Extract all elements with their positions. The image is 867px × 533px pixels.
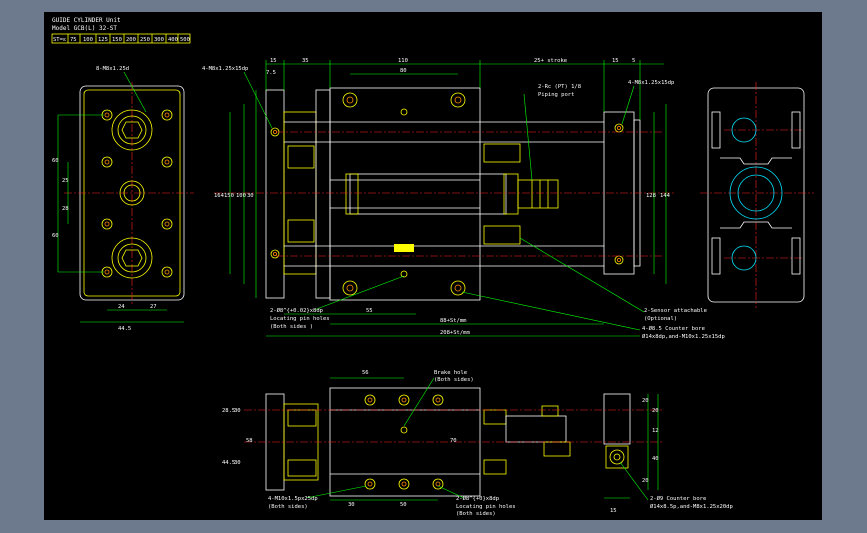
- stroke-header: ST=ε: [53, 37, 66, 43]
- note-counter-bore: 4-Ø8.5 Counter bore: [642, 325, 705, 332]
- note-m10: 4-M10x1.5px25dp: [268, 496, 318, 502]
- dim-30-a: 30: [234, 408, 241, 414]
- dim-100: 100: [236, 193, 246, 199]
- dim-27: 27: [150, 304, 157, 310]
- note-m10-sub: (Both sides): [268, 504, 308, 510]
- dim-12: 12: [652, 428, 659, 434]
- dim-7-5: 7.5: [266, 70, 276, 76]
- right-end-view: [700, 82, 814, 308]
- note-rc-port: 2-Rc (PT) 1/8: [538, 84, 581, 90]
- main-top-view: 15 35 110 80 25+ stroke 15 5 7.5 164 150…: [202, 58, 725, 340]
- dim-30: 30: [247, 193, 254, 199]
- note-pin2-sub2: (Both sides): [456, 511, 496, 517]
- dim-80: 80: [400, 68, 407, 74]
- dim-15-right: 15: [612, 58, 619, 64]
- stroke-value: 100: [83, 37, 93, 43]
- dim-24: 24: [118, 304, 125, 310]
- stroke-value: 125: [98, 37, 108, 43]
- dim-20-b: 20: [652, 408, 659, 414]
- stroke-table: ST=ε 75 100 125 150 200 250 300 400 500: [51, 33, 191, 44]
- dim-35: 35: [302, 58, 309, 64]
- note-pin-holes: 2-Ø8^{+0.02}x8dp: [270, 307, 323, 314]
- stroke-value: 150: [112, 37, 122, 43]
- dim-50: 50: [400, 502, 407, 508]
- note-8-holes: 8-M8x1.25d: [96, 66, 129, 72]
- dim-5: 5: [632, 58, 635, 64]
- dim-15-left: 15: [270, 58, 277, 64]
- stroke-value: 500: [180, 37, 190, 43]
- cad-drawing-viewport[interactable]: GUIDE CYLINDER Unit Model GCB(L) 32-ST S…: [44, 12, 822, 520]
- dim-128: 128: [646, 193, 656, 199]
- drawing-title: GUIDE CYLINDER Unit: [52, 17, 121, 24]
- note-sensor: 2-Sensor attachable: [644, 308, 707, 314]
- stroke-value: 75: [70, 37, 77, 43]
- drawing-model: Model GCB(L) 32-ST: [52, 25, 117, 32]
- stroke-value: 200: [126, 37, 136, 43]
- dim-58: 58: [246, 438, 253, 444]
- dim-40: 40: [652, 456, 659, 462]
- dim-144: 144: [660, 193, 671, 199]
- note-pin-sub: Locating pin holes: [270, 316, 330, 322]
- dim-150: 150: [224, 193, 234, 199]
- dim-55: 55: [366, 308, 373, 314]
- dim-28: 28: [62, 206, 69, 212]
- dim-60-upper: 60: [52, 158, 59, 164]
- dim-44-5: 44.5: [118, 326, 131, 332]
- dim-25-stroke: 25+ stroke: [534, 58, 567, 64]
- dim-56: 56: [362, 370, 369, 376]
- dim-20-a: 20: [642, 398, 649, 404]
- dim-20-c: 20: [642, 478, 649, 484]
- lower-side-view: 56 28.5 30 44.5 30 58 30 50 70 20 20 12 …: [222, 370, 733, 517]
- dim-30-b: 30: [234, 460, 241, 466]
- stroke-value: 250: [140, 37, 150, 43]
- dim-60-lower: 60: [52, 233, 59, 239]
- note-brake-hole: Brake hole: [434, 370, 467, 376]
- dim-88-stroke: 88+St/mm: [440, 318, 467, 324]
- dim-110: 110: [398, 58, 408, 64]
- note-pin2-sub: Locating pin holes: [456, 504, 516, 510]
- note-4-holes-right: 4-M8x1.25x15dp: [628, 80, 674, 86]
- dim-70: 70: [450, 438, 457, 444]
- cad-drawing-canvas: GUIDE CYLINDER Unit Model GCB(L) 32-ST S…: [51, 17, 814, 517]
- note-rc-sub: Piping port: [538, 92, 574, 98]
- note-4-holes-left: 4-M8x1.25x15dp: [202, 66, 248, 72]
- note-cb2: 2-Ø9 Counter bore: [650, 495, 706, 502]
- left-end-view: 60 25 28 60 24 27 44.5 8-M8x1.25d: [52, 66, 194, 332]
- stroke-value: 300: [154, 37, 164, 43]
- dim-30-c: 30: [348, 502, 355, 508]
- note-pin2: 2-Ø8^{+0}x8dp: [456, 495, 499, 502]
- note-brake-sub: (Both sides): [434, 377, 474, 383]
- note-counter-bore-sub: Ø14x8dp,and-M10x1.25x15dp: [642, 333, 725, 340]
- dim-25: 25: [62, 178, 69, 184]
- note-sensor-sub: (Optional): [644, 316, 677, 322]
- dim-208-stroke: 208+St/mm: [440, 330, 470, 336]
- note-cb2-sub: Ø14x8.5p,and-M8x1.25x20dp: [650, 503, 733, 510]
- dim-15-lower: 15: [610, 508, 617, 514]
- note-pin-sub2: (Both sides ): [270, 324, 313, 330]
- stroke-value: 400: [168, 37, 178, 43]
